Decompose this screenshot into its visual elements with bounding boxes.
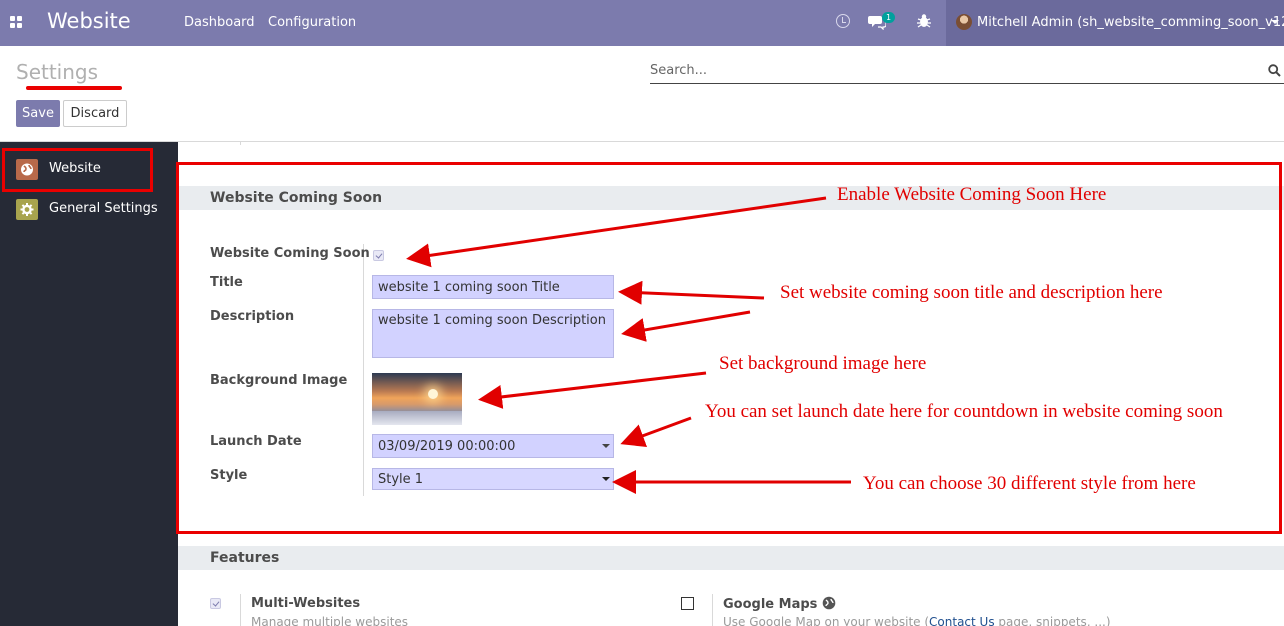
top-navbar: Website Dashboard Configuration 1 Mitche… xyxy=(0,0,1284,46)
user-avatar xyxy=(956,14,972,30)
google-maps-desc: Use Google Map on your website (Contact … xyxy=(723,615,1111,626)
page-title: Settings xyxy=(16,60,99,84)
search-icon[interactable] xyxy=(1268,64,1281,77)
chevron-down-icon xyxy=(1271,20,1279,24)
gear-icon xyxy=(16,199,38,220)
annotation-style: You can choose 30 different style from h… xyxy=(863,473,1196,494)
field-divider xyxy=(240,594,241,626)
settings-sidebar: Website General Settings xyxy=(0,142,178,626)
field-divider xyxy=(712,594,713,626)
multi-websites-label: Multi-Websites xyxy=(251,596,361,611)
menu-dashboard[interactable]: Dashboard xyxy=(184,15,255,30)
google-maps-label: Google Maps xyxy=(723,596,836,612)
globe-icon xyxy=(822,596,836,610)
user-menu[interactable]: Mitchell Admin (sh_website_comming_soon_… xyxy=(946,0,1284,46)
google-maps-label-text: Google Maps xyxy=(723,597,818,612)
annotation-launch: You can set launch date here for countdo… xyxy=(705,401,1223,422)
multi-websites-desc: Manage multiple websites xyxy=(251,615,409,626)
section-header-features: Features xyxy=(178,546,1284,570)
control-panel: Settings Save Discard xyxy=(0,46,1284,142)
google-maps-checkbox[interactable] xyxy=(681,597,694,610)
section-title: Features xyxy=(210,550,280,566)
user-name: Mitchell Admin (sh_website_comming_soon_… xyxy=(977,15,1284,30)
save-button[interactable]: Save xyxy=(16,100,60,127)
discard-button[interactable]: Discard xyxy=(63,100,127,127)
sidebar-item-general-settings[interactable]: General Settings xyxy=(0,190,178,228)
app-title: Website xyxy=(47,9,131,33)
activity-clock-icon[interactable] xyxy=(836,14,850,28)
annotation-underline xyxy=(26,86,122,90)
debug-bug-icon[interactable] xyxy=(917,13,931,33)
annotation-title-desc: Set website coming soon title and descri… xyxy=(780,282,1163,303)
annotation-bg-image: Set background image here xyxy=(719,353,927,374)
annotation-enable: Enable Website Coming Soon Here xyxy=(837,184,1107,205)
search-input[interactable] xyxy=(650,60,1250,78)
divider xyxy=(240,142,241,145)
sidebar-item-label: General Settings xyxy=(49,201,158,216)
apps-menu-icon[interactable] xyxy=(10,16,23,29)
menu-configuration[interactable]: Configuration xyxy=(268,15,356,30)
annotation-box-sidebar xyxy=(2,148,153,192)
multi-websites-checkbox[interactable] xyxy=(210,598,221,609)
search-bar xyxy=(650,60,1284,84)
contact-us-link[interactable]: Contact Us xyxy=(929,615,995,626)
chat-counter-badge: 1 xyxy=(882,12,896,23)
